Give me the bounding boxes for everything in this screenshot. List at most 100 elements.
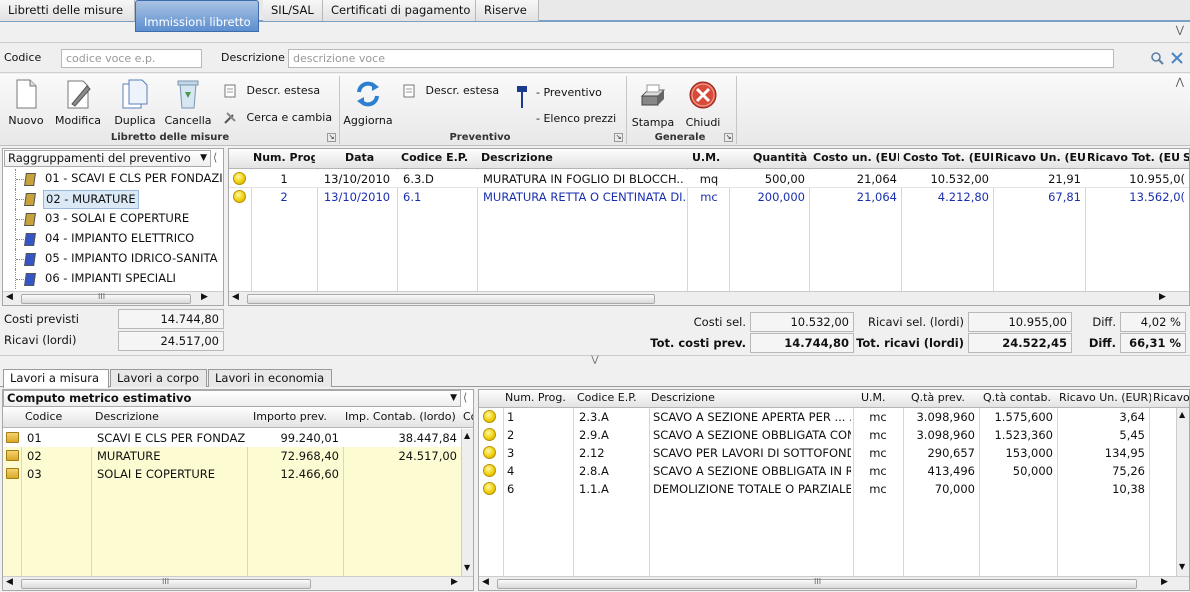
- group-item[interactable]: 01 - SCAVI E CLS PER FONDAZIC: [3, 169, 223, 189]
- col-descrizione[interactable]: Descrizione: [651, 390, 741, 406]
- code-input[interactable]: codice voce e.p.: [61, 49, 202, 68]
- voci-vscroll[interactable]: ▲ ▼: [1176, 408, 1189, 576]
- group-item[interactable]: 04 - IMPIANTO ELETTRICO: [3, 229, 223, 249]
- col-ricavo-un[interactable]: Ricavo Un. (EUR): [995, 149, 1085, 167]
- scroll-right-icon[interactable]: ▶: [1159, 292, 1166, 302]
- groups-combo[interactable]: Raggruppamenti del preventivo ▼: [4, 150, 211, 167]
- scroll-left-icon[interactable]: ◀: [6, 292, 13, 302]
- slider-icon[interactable]: [516, 86, 528, 108]
- computo-vscroll[interactable]: ▲ ▼: [461, 429, 473, 577]
- col-costo-un[interactable]: Costo un. (EUR): [813, 149, 899, 167]
- table-row[interactable]: 03 SOLAI E COPERTURE 12.466,60: [3, 465, 461, 483]
- generale-group-launcher-icon[interactable]: ↘: [724, 133, 733, 142]
- nuovo-button[interactable]: Nuovo: [6, 78, 46, 127]
- scroll-down-icon[interactable]: ▼: [464, 563, 470, 572]
- scroll-left-icon[interactable]: ◀: [232, 292, 239, 302]
- scroll-thumb[interactable]: [247, 294, 655, 304]
- col-importo-prev[interactable]: Importo prev.: [253, 408, 329, 426]
- aggiorna-button[interactable]: Aggiorna: [342, 78, 394, 127]
- ribbon-collapse-icon[interactable]: ⋀: [1176, 77, 1184, 88]
- cerca-cambia-button[interactable]: Cerca e cambia: [223, 111, 332, 125]
- group-item[interactable]: 02 - MURATURE: [3, 189, 223, 209]
- tab-lavori-misura[interactable]: Lavori a misura: [3, 369, 109, 388]
- scroll-thumb[interactable]: III: [21, 292, 191, 304]
- col-quantita[interactable]: Quantità: [753, 149, 807, 167]
- stampa-button[interactable]: Stampa: [630, 80, 676, 129]
- group-item[interactable]: 03 - SOLAI E COPERTURE: [3, 209, 223, 229]
- col-codice-ep[interactable]: Codice E.P.: [577, 390, 643, 406]
- libretto-group-launcher-icon[interactable]: ↘: [327, 133, 336, 142]
- computo-hscroll[interactable]: ◀ III ▶: [3, 576, 473, 590]
- col-descrizione[interactable]: Descrizione: [481, 149, 571, 167]
- col-num-prog[interactable]: Num. Prog.: [505, 390, 571, 406]
- collapse-left-icon[interactable]: ⟨: [213, 151, 217, 164]
- table-row[interactable]: 1 13/10/2010 6.3.D MURATURA IN FOGLIO DI BL…: [229, 170, 1189, 188]
- tab-lavori-corpo[interactable]: Lavori a corpo: [110, 369, 207, 387]
- splitter[interactable]: ⋁: [0, 355, 1190, 365]
- groups-hscroll[interactable]: ◀ III ▶: [3, 291, 223, 305]
- col-extra[interactable]: Co: [463, 408, 473, 426]
- table-row[interactable]: 2 2.9.A SCAVO A SEZIONE OBBLIGATA CON... mc…: [479, 426, 1175, 444]
- group-item[interactable]: 06 - IMPIANTI SPECIALI: [3, 269, 223, 289]
- scroll-right-icon[interactable]: ▶: [201, 292, 208, 302]
- preventivo-descr-estesa-button[interactable]: Descr. estesa: [402, 84, 499, 98]
- entries-hscroll[interactable]: ◀ ▶: [229, 291, 1189, 305]
- voci-hscroll[interactable]: ◀ III ▶: [479, 576, 1189, 590]
- scroll-thumb[interactable]: III: [497, 577, 1137, 589]
- col-qta-prev[interactable]: Q.tà prev.: [911, 390, 967, 406]
- table-row[interactable]: 1 2.3.A SCAVO A SEZIONE APERTA PER ... ...…: [479, 408, 1175, 426]
- col-um[interactable]: U.M.: [692, 149, 722, 167]
- table-row[interactable]: 01 SCAVI E CLS PER FONDAZI... 99.240,01 38.…: [3, 429, 461, 447]
- col-costo-tot[interactable]: Costo Tot. (EUR): [903, 149, 993, 167]
- description-input[interactable]: descrizione voce: [288, 49, 1114, 68]
- col-ricavo-un[interactable]: Ricavo Un. (EUR): [1059, 390, 1151, 406]
- computo-combo[interactable]: Computo metrico estimativo ▼: [3, 390, 461, 407]
- col-codice[interactable]: Codice: [25, 408, 85, 426]
- tab-sil-sal[interactable]: SIL/SAL: [263, 0, 323, 21]
- scroll-up-icon[interactable]: ▲: [464, 431, 470, 440]
- cancella-button[interactable]: Cancella: [163, 78, 213, 127]
- table-cell: 134,95: [1104, 446, 1145, 460]
- tab-immissioni[interactable]: Immissioni libretto: [135, 0, 259, 32]
- col-codice-ep[interactable]: Codice E.P.: [401, 149, 473, 167]
- col-extra[interactable]: S: [1183, 149, 1189, 167]
- col-descrizione[interactable]: Descrizione: [95, 408, 185, 426]
- table-row[interactable]: 02 MURATURE 72.968,40 24.517,00: [3, 447, 461, 465]
- search-icon[interactable]: [1150, 51, 1164, 65]
- table-row[interactable]: 4 2.8.A SCAVO A SEZIONE OBBLIGATA IN R... m…: [479, 462, 1175, 480]
- collapse-icon[interactable]: ⋁: [1176, 25, 1184, 36]
- computo-grid: Computo metrico estimativo ▼ ⟨ Codice De…: [2, 389, 474, 591]
- modifica-button[interactable]: Modifica: [53, 78, 103, 127]
- binder-icon: [24, 193, 36, 206]
- descr-estesa-button[interactable]: Descr. estesa: [223, 84, 320, 98]
- table-row[interactable]: 2 13/10/2010 6.1 MURATURA RETTA O CENTINATA…: [229, 188, 1189, 206]
- col-um[interactable]: U.M.: [861, 390, 891, 406]
- col-num-prog[interactable]: Num. Prog.: [253, 149, 315, 167]
- scroll-right-icon[interactable]: ▶: [1161, 577, 1168, 587]
- col-data[interactable]: Data: [345, 149, 375, 167]
- tab-riserve[interactable]: Riserve: [476, 0, 539, 21]
- col-imp-contab[interactable]: Imp. Contab. (lordo): [345, 408, 459, 426]
- col-qta-contab[interactable]: Q.tà contab.: [983, 390, 1053, 406]
- scroll-left-icon[interactable]: ◀: [6, 577, 13, 587]
- tab-lavori-economia[interactable]: Lavori in economia: [208, 369, 332, 387]
- duplica-button[interactable]: Duplica: [113, 78, 157, 127]
- chiudi-button[interactable]: Chiudi: [682, 80, 724, 129]
- preventivo-option[interactable]: - Preventivo: [536, 86, 602, 99]
- tab-libretti[interactable]: Libretti delle misure: [0, 0, 135, 21]
- scroll-down-icon[interactable]: ▼: [1179, 562, 1185, 571]
- table-row[interactable]: 6 1.1.A DEMOLIZIONE TOTALE O PARZIALE ... m…: [479, 480, 1175, 498]
- scroll-thumb[interactable]: III: [21, 577, 311, 589]
- clear-search-icon[interactable]: [1170, 51, 1184, 65]
- col-ricavo[interactable]: Ricavo: [1153, 390, 1189, 406]
- col-ricavo-tot[interactable]: Ricavo Tot. (EUR): [1087, 149, 1179, 167]
- scroll-left-icon[interactable]: ◀: [482, 577, 489, 587]
- group-item[interactable]: 05 - IMPIANTO IDRICO-SANITA: [3, 249, 223, 269]
- scroll-right-icon[interactable]: ▶: [451, 577, 458, 587]
- tab-certificati[interactable]: Certificati di pagamento: [323, 0, 476, 21]
- elenco-prezzi-option[interactable]: - Elenco prezzi: [536, 112, 616, 125]
- collapse-right-icon[interactable]: ⟨: [463, 391, 467, 404]
- table-row[interactable]: 3 2.12 SCAVO PER LAVORI DI SOTTOFOND... mc 2…: [479, 444, 1175, 462]
- scroll-up-icon[interactable]: ▲: [1179, 410, 1185, 419]
- preventivo-group-launcher-icon[interactable]: ↘: [614, 133, 623, 142]
